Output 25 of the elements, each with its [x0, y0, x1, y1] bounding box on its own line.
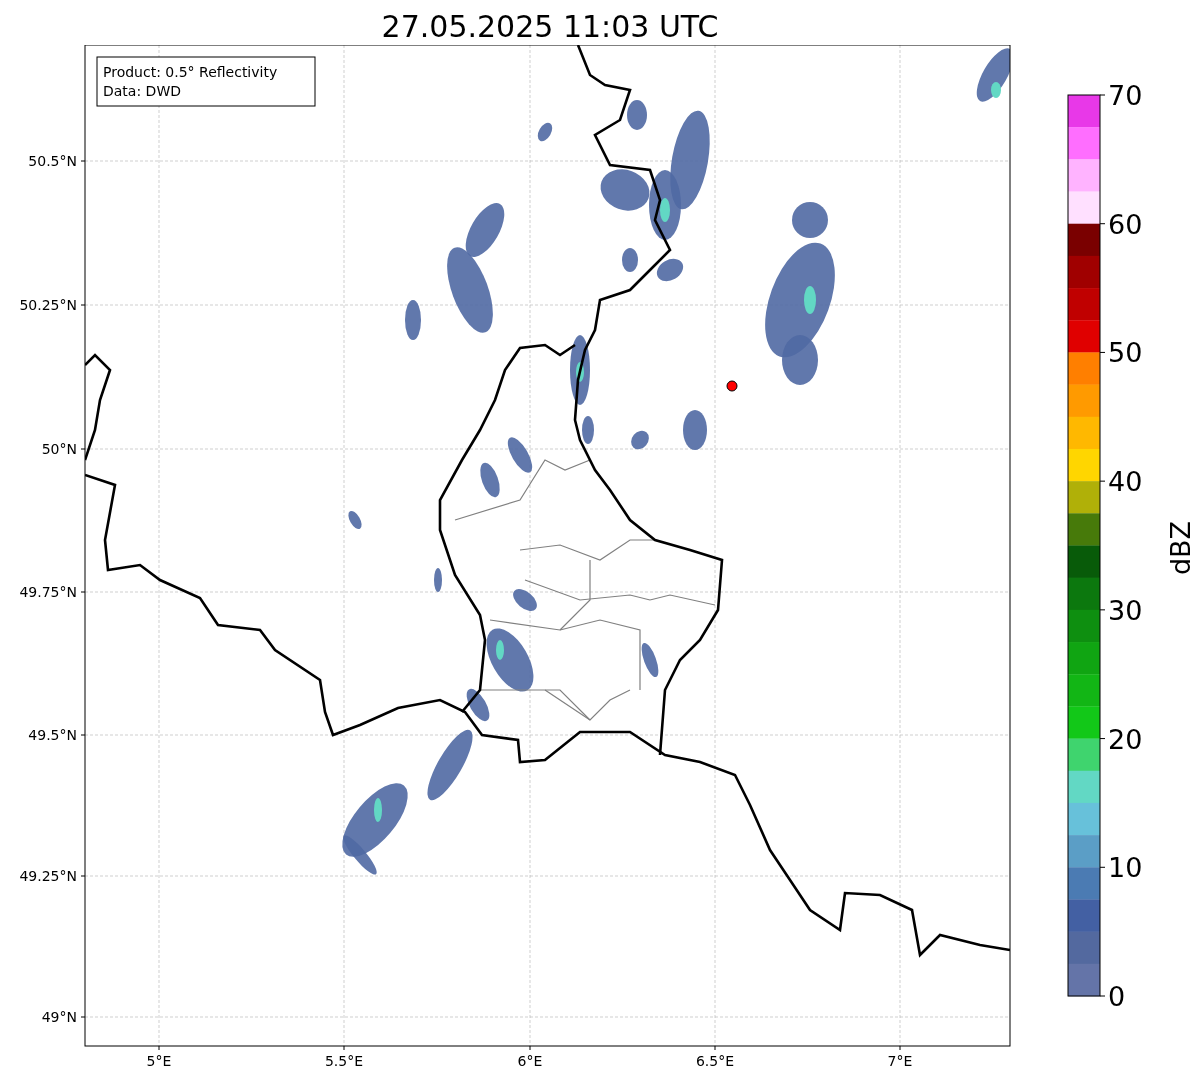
radar-site-marker: [726, 380, 738, 392]
axis-tick-label: 5.5°E: [324, 1053, 364, 1069]
axis-tick-label: 49.25°N: [19, 868, 77, 884]
chart-title: 27.05.2025 11:03 UTC: [380, 8, 720, 45]
axis-tick-label: 7°E: [887, 1053, 913, 1069]
legend-text: Data: DWD: [103, 83, 181, 99]
colorbar-tick-label: 0: [1108, 981, 1126, 1012]
colorbar-tick-label: 60: [1108, 208, 1143, 240]
axis-tick-label: 50°N: [41, 441, 77, 457]
axis-tick-label: 50.25°N: [19, 297, 77, 313]
colorbar-tick-label: 70: [1108, 80, 1143, 111]
axis-tick-label: 6°E: [517, 1053, 543, 1069]
axis-tick-label: 5°E: [146, 1053, 172, 1069]
colorbar-tick-label: 40: [1108, 466, 1143, 498]
axis-tick-label: 49°N: [41, 1009, 77, 1025]
axis-tick-label: 49.5°N: [28, 727, 77, 743]
colorbar-tick-label: 30: [1108, 594, 1143, 626]
colorbar-tick-label: 10: [1108, 852, 1143, 884]
axis-tick-label: 6.5°E: [695, 1053, 735, 1069]
colorbar-tick-label: 20: [1108, 723, 1143, 755]
axis-tick-label: 50.5°N: [28, 153, 77, 169]
colorbar-tick-label: 50: [1108, 337, 1143, 369]
axis-tick-label: 49.75°N: [19, 584, 77, 600]
colorbar-title: dBZ: [1165, 520, 1196, 576]
legend-text: Product: 0.5° Reflectivity: [103, 64, 278, 80]
